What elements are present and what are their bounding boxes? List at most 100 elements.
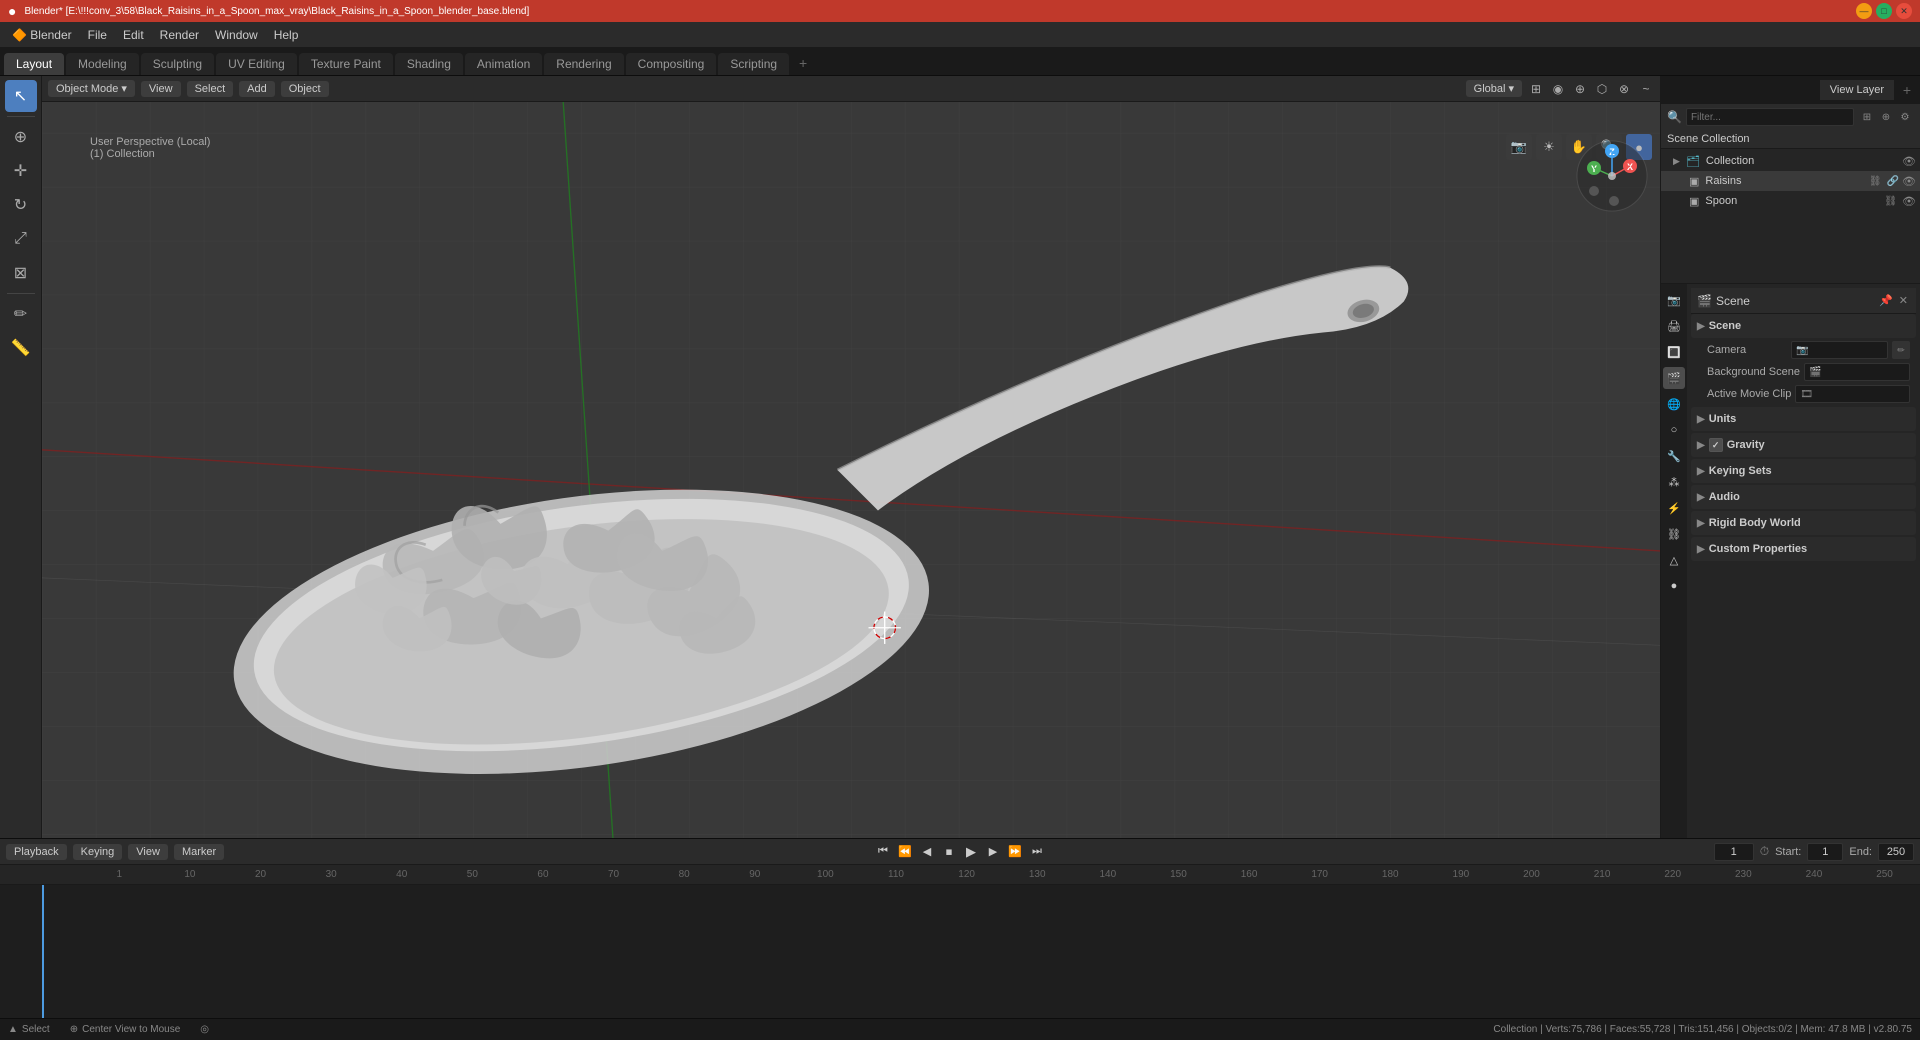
viewport-icon-6[interactable]: ~ <box>1638 81 1654 97</box>
tool-select[interactable]: ↖ <box>5 80 37 112</box>
play-btn[interactable]: ▶ <box>961 842 981 862</box>
maximize-button[interactable]: □ <box>1876 3 1892 19</box>
camera-edit-btn[interactable]: ✏ <box>1892 341 1910 359</box>
outliner-filter-btn[interactable]: ⊞ <box>1858 108 1876 126</box>
viewport-camera-btn[interactable]: 📷 <box>1506 134 1532 160</box>
start-frame-input[interactable] <box>1807 843 1843 861</box>
navigation-gizmo[interactable]: Y X Z <box>1572 136 1652 216</box>
viewport-icon-4[interactable]: ⬡ <box>1594 81 1610 97</box>
tab-sculpting[interactable]: Sculpting <box>141 53 214 75</box>
background-scene-value[interactable]: 🎬 <box>1804 363 1910 381</box>
gravity-checkbox[interactable]: ✓ <box>1709 438 1723 452</box>
prop-icon-physics[interactable]: ⚡ <box>1663 497 1685 519</box>
tab-scripting[interactable]: Scripting <box>718 53 789 75</box>
outliner-settings-btn[interactable]: ⚙ <box>1896 108 1914 126</box>
scene-header-pin[interactable]: 📌 <box>1877 294 1895 307</box>
menu-window[interactable]: Window <box>207 26 266 44</box>
tl-view-btn[interactable]: View <box>128 844 168 860</box>
tool-measure[interactable]: 📏 <box>5 332 37 364</box>
viewport-view-menu[interactable]: View <box>141 81 181 97</box>
viewport-select-menu[interactable]: Select <box>187 81 234 97</box>
viewport-lighting-btn[interactable]: ☀ <box>1536 134 1562 160</box>
menu-render[interactable]: Render <box>152 26 207 44</box>
tab-uv-editing[interactable]: UV Editing <box>216 53 297 75</box>
prop-icon-particles[interactable]: ⁂ <box>1663 471 1685 493</box>
outliner-sync-btn[interactable]: ⊕ <box>1877 108 1895 126</box>
tl-marker-btn[interactable]: Marker <box>174 844 224 860</box>
audio-section-header[interactable]: ▶ Audio <box>1691 485 1916 509</box>
snap-toggle[interactable]: ⊞ <box>1528 81 1544 97</box>
tab-view-layer[interactable]: View Layer <box>1820 80 1894 100</box>
scene-section-header[interactable]: ▶ Scene <box>1691 314 1916 338</box>
viewport-global[interactable]: Global ▾ <box>1466 80 1522 97</box>
scene-header-close[interactable]: ✕ <box>1897 294 1910 307</box>
next-frame-btn[interactable]: ▶ <box>983 842 1003 862</box>
prop-icon-material[interactable]: ● <box>1663 575 1685 597</box>
jump-end-btn[interactable]: ⏭ <box>1027 842 1047 862</box>
tool-transform[interactable]: ⊠ <box>5 257 37 289</box>
camera-value[interactable]: 📷 <box>1791 341 1888 359</box>
tool-rotate[interactable]: ↻ <box>5 189 37 221</box>
prop-icon-scene[interactable]: 🎬 <box>1663 367 1685 389</box>
tl-num-130: 130 <box>1002 869 1073 880</box>
raisins-extra-icon: 🔗 <box>1887 176 1899 187</box>
tl-keying-btn[interactable]: Keying <box>73 844 123 860</box>
proportional-edit[interactable]: ◉ <box>1550 81 1566 97</box>
menu-blender[interactable]: 🔶 Blender <box>4 26 80 44</box>
add-view-layer-btn[interactable]: + <box>1894 76 1920 104</box>
menu-edit[interactable]: Edit <box>115 26 152 44</box>
minimize-button[interactable]: — <box>1856 3 1872 19</box>
prop-icon-constraints[interactable]: ⛓ <box>1663 523 1685 545</box>
viewport-icon-5[interactable]: ⊗ <box>1616 81 1632 97</box>
prop-icon-modifier[interactable]: 🔧 <box>1663 445 1685 467</box>
tool-annotate[interactable]: ✏ <box>5 298 37 330</box>
rigid-body-section-header[interactable]: ▶ Rigid Body World <box>1691 511 1916 535</box>
tl-playback-btn[interactable]: Playback <box>6 844 67 860</box>
tool-scale[interactable]: ⤢ <box>5 223 37 255</box>
tab-compositing[interactable]: Compositing <box>626 53 717 75</box>
add-workspace-button[interactable]: + <box>791 51 815 75</box>
prop-icon-render[interactable]: 📷 <box>1663 289 1685 311</box>
prev-frame-btn[interactable]: ◀ <box>917 842 937 862</box>
close-button[interactable]: ✕ <box>1896 3 1912 19</box>
raisins-visibility-icon[interactable]: 👁 <box>1902 175 1916 188</box>
prop-icon-object[interactable]: ○ <box>1663 419 1685 441</box>
jump-start-btn[interactable]: ⏮ <box>873 842 893 862</box>
units-section-header[interactable]: ▶ Units <box>1691 407 1916 431</box>
keying-sets-section-header[interactable]: ▶ Keying Sets <box>1691 459 1916 483</box>
tab-texture-paint[interactable]: Texture Paint <box>299 53 393 75</box>
tab-layout[interactable]: Layout <box>4 53 64 75</box>
tool-cursor[interactable]: ⊕ <box>5 121 37 153</box>
viewport-object-menu[interactable]: Object <box>281 81 329 97</box>
scene-canvas[interactable]: User Perspective (Local) (1) Collection … <box>42 102 1660 838</box>
movie-clip-value[interactable]: 🎞 <box>1795 385 1910 403</box>
prop-icon-view-layer[interactable]: 🔳 <box>1663 341 1685 363</box>
tool-move[interactable]: ✛ <box>5 155 37 187</box>
viewport-icon-3[interactable]: ⊕ <box>1572 81 1588 97</box>
end-frame-input[interactable] <box>1878 843 1914 861</box>
spoon-visibility-icon[interactable]: 👁 <box>1902 195 1916 208</box>
custom-props-section-header[interactable]: ▶ Custom Properties <box>1691 537 1916 561</box>
mode-selector[interactable]: Object Mode ▾ <box>48 80 135 97</box>
prop-icon-output[interactable]: 🖨 <box>1663 315 1685 337</box>
tab-shading[interactable]: Shading <box>395 53 463 75</box>
outliner-item-raisins[interactable]: ▣ Raisins ⛓ 🔗 👁 <box>1661 171 1920 191</box>
gravity-section-header[interactable]: ▶ ✓ Gravity <box>1691 433 1916 457</box>
menu-help[interactable]: Help <box>266 26 307 44</box>
current-frame-input[interactable] <box>1714 843 1754 861</box>
outliner-search-input[interactable] <box>1686 108 1854 126</box>
timeline-track[interactable] <box>0 885 1920 1018</box>
prop-icon-world[interactable]: 🌐 <box>1663 393 1685 415</box>
outliner-item-spoon[interactable]: ▣ Spoon ⛓ 👁 <box>1661 191 1920 211</box>
viewport-add-menu[interactable]: Add <box>239 81 275 97</box>
tab-animation[interactable]: Animation <box>465 53 542 75</box>
next-keyframe-btn[interactable]: ⏩ <box>1005 842 1025 862</box>
stop-btn[interactable]: ⏹ <box>939 842 959 862</box>
menu-file[interactable]: File <box>80 26 115 44</box>
prop-icon-data[interactable]: △ <box>1663 549 1685 571</box>
collection-visibility-icon[interactable]: 👁 <box>1902 155 1916 168</box>
tab-modeling[interactable]: Modeling <box>66 53 139 75</box>
outliner-item-collection[interactable]: ▶ 🗂 Collection 👁 <box>1661 151 1920 171</box>
prev-keyframe-btn[interactable]: ⏪ <box>895 842 915 862</box>
tab-rendering[interactable]: Rendering <box>544 53 623 75</box>
